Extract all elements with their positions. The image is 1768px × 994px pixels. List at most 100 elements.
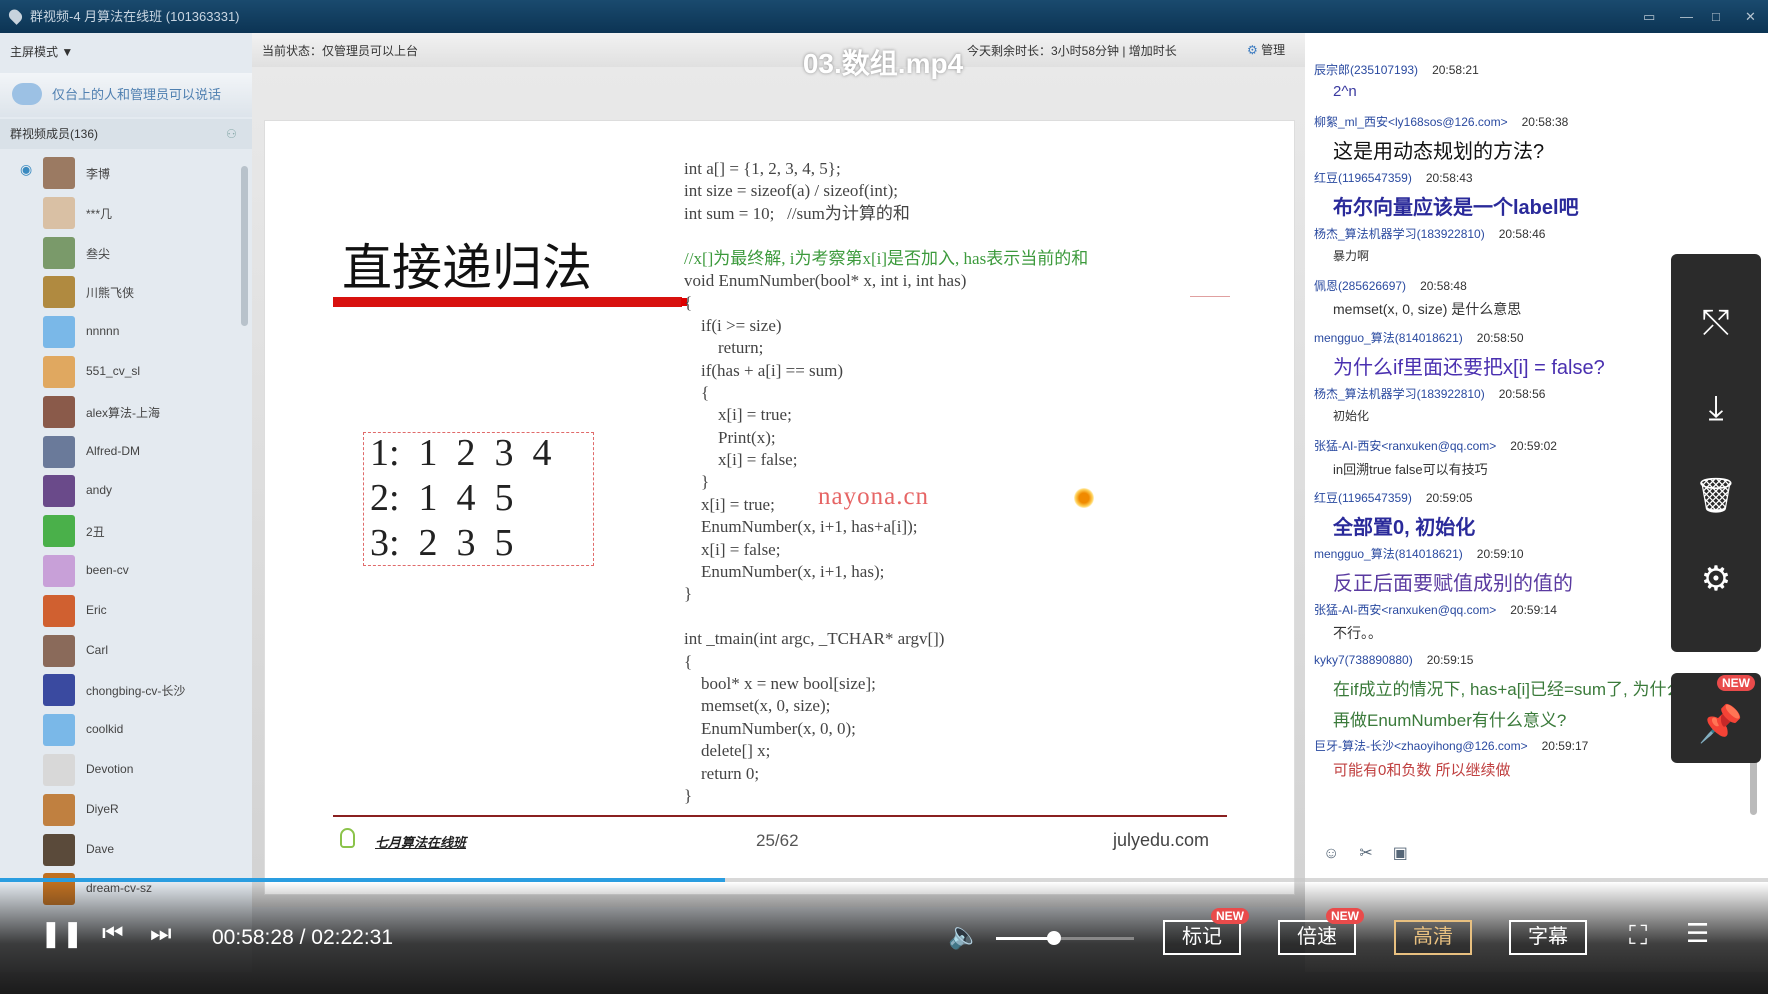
maximize-button[interactable]: □ [1712,0,1720,33]
code-line: { [684,382,710,402]
chat-time: 20:59:14 [1510,603,1557,617]
member-item[interactable]: alex算法-上海 [0,392,240,432]
chat-sender[interactable]: 红豆(1196547359) [1314,491,1412,505]
member-list-scrollbar[interactable] [241,166,248,326]
side-toolbar: ⤲ ⤓ 🗑 ⚙ [1671,254,1761,652]
add-member-icon[interactable]: ⚇ [226,119,237,149]
pointer-highlight [1074,488,1094,508]
minimize-button[interactable]: — [1680,0,1693,33]
code-line: x[i] = false; [684,450,798,470]
previous-icon[interactable]: ⏮ [102,920,124,948]
code-line: { [684,651,693,671]
member-item[interactable]: nnnnn [0,312,240,352]
avatar [43,435,75,468]
skin-button[interactable]: ▭ [1643,0,1655,33]
chat-sender[interactable]: 杨杰_算法机器学习(183922810) [1314,227,1485,241]
watermark: nayona.cn [818,483,930,510]
member-item[interactable]: 551_cv_sl [0,352,240,392]
chat-message-text: 反正后面要赋值成别的值的 [1333,573,1573,595]
code-line: bool* x = new bool[size]; [684,673,876,693]
chat-sender[interactable]: 巨牙-算法-长沙<zhaoyihong@126.com> [1314,739,1528,753]
member-item[interactable]: 叁尖 [0,233,240,273]
member-item[interactable]: been-cv [0,551,240,591]
new-badge: NEW [1326,908,1364,924]
member-item[interactable]: chongbing-cv-长沙 [0,670,240,710]
member-name: coolkid [86,722,124,737]
member-item[interactable]: Eric [0,591,240,631]
share-icon[interactable]: ⤲ [1671,304,1761,343]
member-item[interactable]: 2丑 [0,511,240,551]
chat-time: 20:59:02 [1510,439,1557,453]
close-button[interactable]: ✕ [1745,0,1756,33]
code-line: x[i] = true; [684,405,792,425]
member-name: alex算法-上海 [86,405,161,420]
volume-icon[interactable]: 🔈 [948,920,980,951]
member-name: Alfred-DM [86,443,141,458]
player-maximize-icon[interactable] [1641,44,1663,64]
playlist-icon[interactable]: ☰ [1686,918,1709,949]
chat-sender[interactable]: mengguo_算法(814018621) [1314,331,1463,345]
member-item[interactable]: andy [0,471,240,511]
member-name: been-cv [86,563,129,577]
volume-slider[interactable] [996,931,1134,945]
member-name: 叁尖 [86,246,111,261]
hd-button[interactable]: 高清 [1394,920,1472,955]
speed-button[interactable]: 倍速 NEW [1278,908,1364,955]
member-item[interactable]: Alfred-DM [0,432,240,472]
member-item[interactable]: Carl [0,631,240,671]
solution-row: 2: 1 4 5 [370,477,514,519]
scissors-icon[interactable]: ✂ [1359,845,1372,862]
chat-sender[interactable]: mengguo_算法(814018621) [1314,547,1463,561]
chat-message-header: 红豆(1196547359) 20:58:43 [1314,169,1473,186]
next-icon[interactable]: ⏭ [150,920,172,948]
download-icon[interactable]: ⤓ [1671,389,1761,428]
chat-message-header: 辰宗郎(235107193) 20:58:21 [1314,61,1479,78]
fullscreen-icon[interactable]: ⛶ [1629,920,1647,952]
mark-button[interactable]: 标记 NEW [1163,908,1249,955]
screen-mode-dropdown[interactable]: 主屏模式 ▼ [10,43,73,60]
pause-icon[interactable]: ❚❚ [40,918,84,949]
player-close-icon[interactable]: ✕ [1712,36,1739,74]
chat-sender[interactable]: 柳絮_ml_西安<ly168sos@126.com> [1314,115,1508,129]
code-line: //x[]为最终解, i为考察第x[i]是否加入, has表示当前的和 [684,248,1089,268]
chat-sender[interactable]: 杨杰_算法机器学习(183922810) [1314,387,1485,401]
new-badge: NEW [1211,908,1249,924]
member-name: 川熊飞侠 [86,286,135,301]
chat-sender[interactable]: 张猛-AI-西安<ranxuken@qq.com> [1314,603,1496,617]
player-minimize-icon[interactable]: — [1570,40,1598,72]
chat-sender[interactable]: 张猛-AI-西安<ranxuken@qq.com> [1314,439,1496,453]
pin-button[interactable]: NEW 📌 [1671,673,1761,763]
bottom-bar [0,960,1768,994]
trash-icon[interactable]: 🗑 [1671,476,1761,516]
subtitle-button[interactable]: 字幕 [1509,920,1587,955]
volume-knob[interactable] [1046,931,1061,945]
member-item[interactable]: Devotion [0,750,240,790]
code-line: int a[] = {1, 2, 3, 4, 5}; [684,159,841,178]
chat-time: 20:58:56 [1498,387,1546,401]
member-name: 李博 [86,167,111,181]
settings-icon[interactable]: ⚙ [1671,559,1761,599]
member-item[interactable]: DiyeR [0,790,240,830]
chat-sender[interactable]: 佩恩(285626697) [1314,279,1406,293]
chat-message-text: 2^n [1333,83,1357,100]
manage-button[interactable]: ⚙ 管理 [1247,41,1285,58]
chat-sender[interactable]: 辰宗郎(235107193) [1314,63,1418,77]
chat-sender[interactable]: 红豆(1196547359) [1314,171,1412,185]
member-item[interactable]: ***几 [0,193,240,233]
member-item[interactable]: coolkid [0,710,240,750]
chat-sender[interactable]: kyky7(738890880) [1314,653,1413,667]
emoji-icon[interactable]: ☺ [1323,845,1339,862]
member-item[interactable]: 川熊飞侠 [0,272,240,312]
member-item[interactable]: Dave [0,830,240,870]
image-icon[interactable]: ▣ [1393,845,1408,862]
member-name: andy [86,483,113,498]
code-line: } [684,785,693,805]
speak-permission-tip: 仅台上的人和管理员可以说话 [0,73,252,117]
member-item[interactable]: 李博 [0,153,240,193]
gear-icon: ⚙ [1247,43,1258,57]
chat-message-text: 可能有0和负数 所以继续做 [1333,762,1511,779]
time-display: 00:58:28 / 02:22:31 [212,926,394,949]
avatar [43,157,75,189]
chat-message-header: 张猛-AI-西安<ranxuken@qq.com> 20:59:14 [1314,601,1557,618]
code-line: EnumNumber(x, i+1, has+a[i]); [684,517,918,537]
